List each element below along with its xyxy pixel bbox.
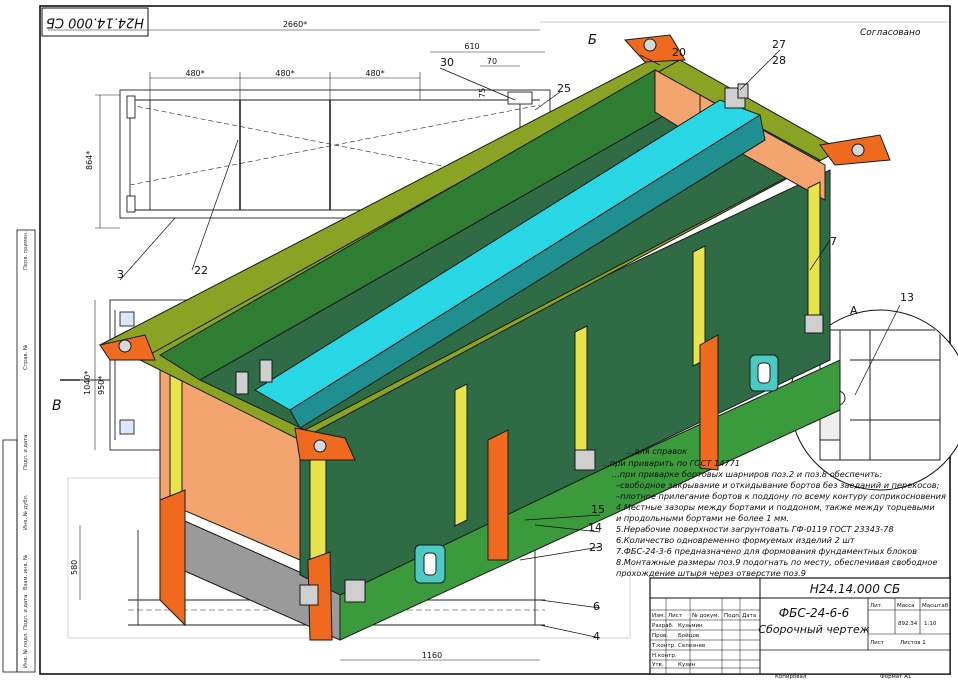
dim-overall-length: 2660* <box>283 20 307 29</box>
tb-row-tkontr: Т.контр. <box>651 643 676 649</box>
side-label-5: Подп. и дата <box>23 595 29 630</box>
tb-lit-header: Лит. <box>870 603 883 609</box>
bracket-4 <box>699 334 719 471</box>
tb-doc-code: Н24.14.000 СБ <box>810 582 901 596</box>
bracket-3 <box>487 429 509 561</box>
note-5: 4.Местные зазоры между бортами и поддоно… <box>616 502 935 512</box>
side-label-1: Справ. № <box>23 344 29 370</box>
dim-1160: 1160 <box>422 651 442 660</box>
dim-580: 580 <box>70 560 79 575</box>
note-3: –свободное закрывание и откидывание борт… <box>616 480 940 490</box>
callout-14: 14 <box>588 521 602 534</box>
tb-row-prov: Пров. <box>652 633 668 639</box>
rotated-doc-code: Н24.14.000 СБ <box>46 15 144 30</box>
note-10: 8.Монтажные размеры поз.9 подогнать по м… <box>616 557 937 567</box>
clamp-2 <box>259 359 273 383</box>
hinge-4 <box>299 584 319 606</box>
title-block: Изм. Лист № докум. Подп. Дата Разраб. Пр… <box>649 577 951 675</box>
callout-30: 30 <box>440 56 454 69</box>
tb-name-2: Бойцов <box>678 632 699 639</box>
side-label-6: Инв. № подл. <box>23 632 29 668</box>
callout-28: 28 <box>772 54 786 67</box>
tb-name-1: Кузьмин <box>678 623 703 629</box>
callout-7: 7 <box>830 235 837 248</box>
note-11: прохождение штыря через отверстие поз.9 <box>616 568 806 578</box>
note-4: –плотное прилегание бортов к поддону по … <box>616 491 946 501</box>
tb-row-utv: Утв. <box>652 662 664 668</box>
dim-480-1: 480* <box>185 69 204 78</box>
note-1: ...при приварить по ГОСТ 14771 <box>602 458 740 468</box>
dim-610: 610 <box>464 42 479 51</box>
tb-col-izm: Изм. <box>652 613 665 619</box>
callout-20: 20 <box>672 46 686 59</box>
hinge-3 <box>344 579 366 603</box>
tb-col-doc: № докум. <box>692 613 719 619</box>
dim-480-2: 480* <box>275 69 294 78</box>
callout-4: 4 <box>593 630 600 643</box>
stiffener-2 <box>574 325 588 457</box>
assembly-drawing-sheet: Н24.14.000 СБ Согласовано Перв. примен. … <box>0 0 958 680</box>
callout-6: 6 <box>593 600 600 613</box>
tb-product-name: ФБС-24-6-6 <box>779 606 850 620</box>
tb-mass-header: Масса <box>897 603 915 609</box>
view-letter-b-left: В <box>52 398 62 414</box>
tb-sheet-type: Сборочный чертеж <box>758 623 869 636</box>
tb-row-razrab: Разраб. <box>652 623 674 629</box>
note-0: ...для справок <box>626 446 687 456</box>
callout-25: 25 <box>557 82 571 95</box>
side-label-3: Инв. № дубл. <box>23 494 29 530</box>
tb-name-4: Кузин <box>678 662 696 668</box>
callout-22: 22 <box>194 264 208 277</box>
side-label-0: Перв. примен. <box>23 231 29 270</box>
tb-name-3: Селезнев <box>678 643 705 649</box>
hinge-2 <box>804 314 824 334</box>
note-6: и продольными бортами не более 1 мм. <box>616 513 789 523</box>
tb-row-nkontr: Н.контр. <box>652 653 677 659</box>
callout-27: 27 <box>772 38 786 51</box>
callout-15: 15 <box>591 503 605 516</box>
tb-mass-value: 892.34 <box>898 621 918 627</box>
note-7: 5.Нерабочие поверхности загрунтовать ГФ-… <box>616 524 894 534</box>
clamp-1 <box>235 371 249 395</box>
view-letter-a: А <box>850 304 858 317</box>
approval-label: Согласовано <box>860 28 921 38</box>
callout-23: 23 <box>589 541 603 554</box>
side-label-4: Взам. инв. № <box>23 554 29 590</box>
tb-col-date: Дата <box>742 613 756 619</box>
side-label-2: Подп. и дата <box>23 435 29 470</box>
callout-13: 13 <box>900 291 914 304</box>
dim-480-3: 480* <box>365 69 384 78</box>
tb-scale-value: 1:10 <box>924 621 937 627</box>
note-2: ...при приварке бортовых шарниров поз.2 … <box>612 469 882 479</box>
corner-post-left <box>169 374 183 506</box>
note-8: 6.Количество одновременно формуемых изде… <box>616 535 855 545</box>
dim-70: 70 <box>487 57 497 66</box>
stiffener-4 <box>807 181 821 327</box>
format-label: Формат A1 <box>880 674 911 680</box>
dim-864: 864* <box>85 151 94 170</box>
tb-sheet-label: Лист <box>870 640 885 646</box>
dim-1040: 1040* <box>83 371 92 395</box>
tb-col-sign: Подп. <box>724 613 741 619</box>
note-9: 7.ФБС-24-3-6 предназначено для формовани… <box>616 546 917 556</box>
hinge-1 <box>574 449 596 471</box>
callout-3: 3 <box>117 268 124 281</box>
tb-scale-header: Масштаб <box>922 603 949 609</box>
dim-75: 75 <box>478 88 487 98</box>
tb-sheets-label: Листов 1 <box>900 640 926 646</box>
stiffener-1 <box>454 383 468 527</box>
dim-950: 950* <box>97 376 106 395</box>
copied-label: Копировал <box>775 674 807 680</box>
view-letter-b-top: Б <box>588 33 597 48</box>
tb-col-sheet: Лист <box>668 613 683 619</box>
